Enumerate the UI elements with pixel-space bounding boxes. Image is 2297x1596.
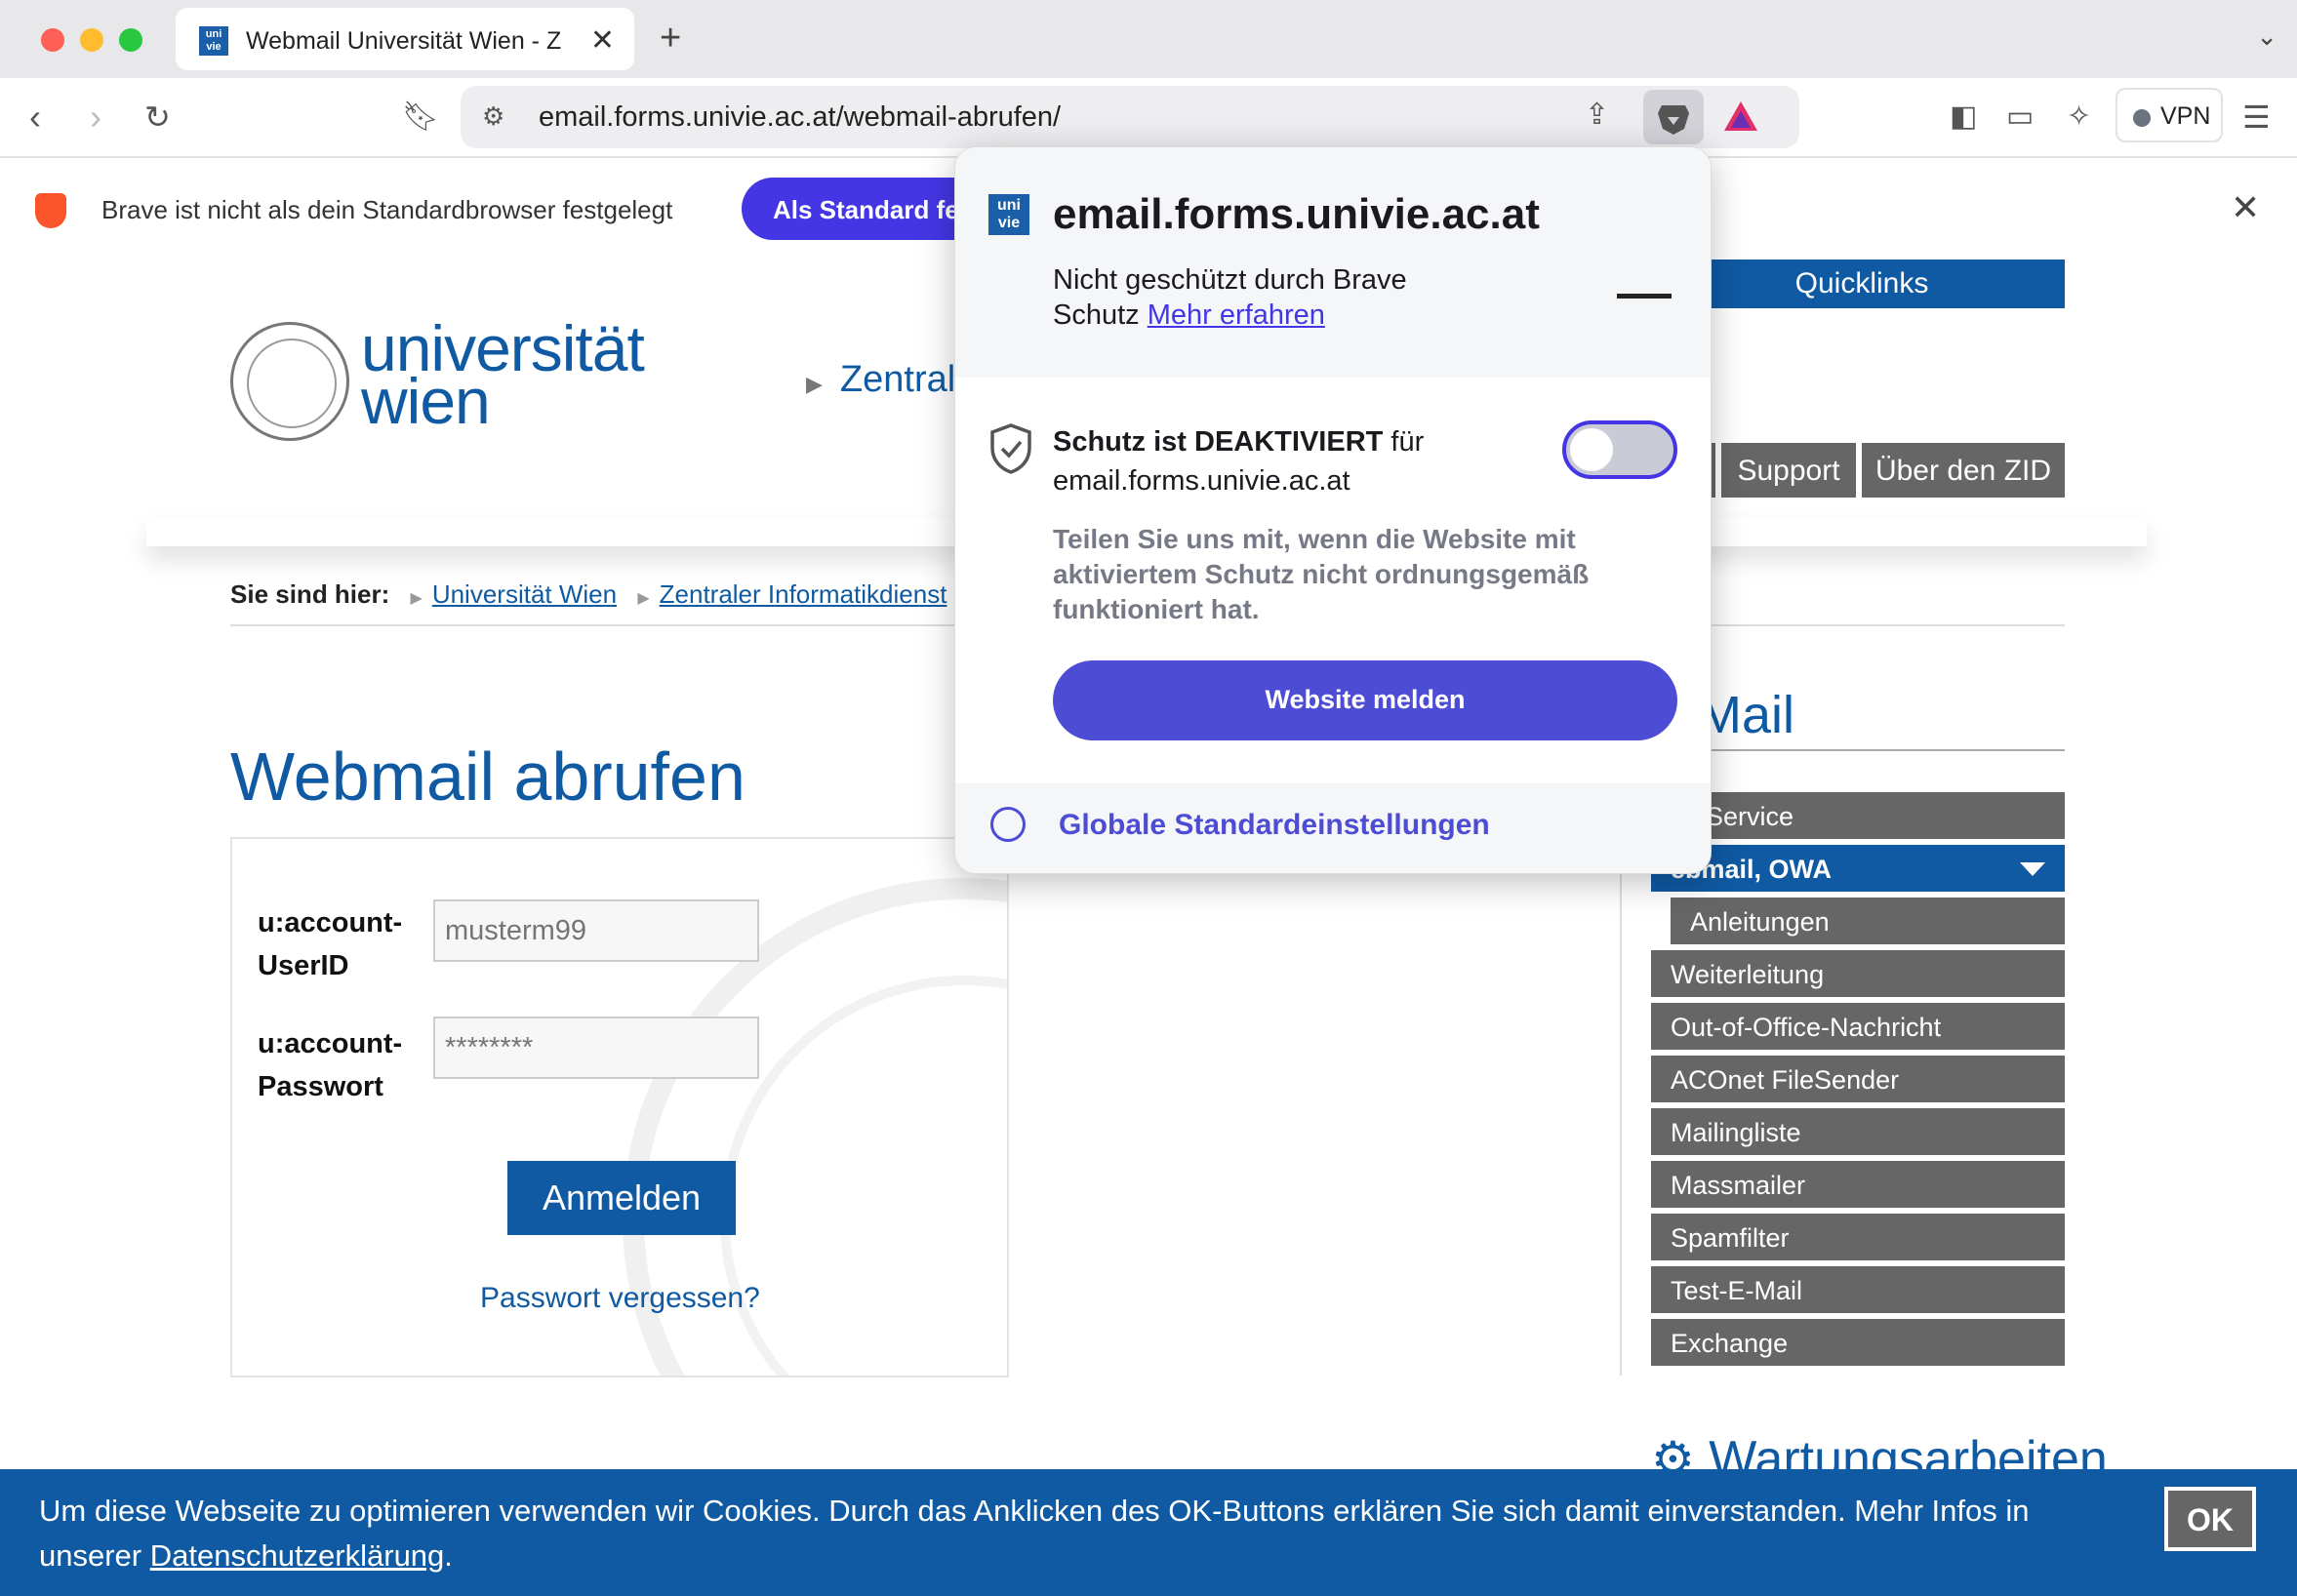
- nav-item-support[interactable]: Support: [1721, 443, 1856, 498]
- sidebar-item-mailingliste[interactable]: Mailingliste: [1651, 1108, 2065, 1157]
- cookie-text: Um diese Webseite zu optimieren verwende…: [39, 1494, 2030, 1573]
- toggle-knob: [1570, 428, 1613, 471]
- shields-info-text: Teilen Sie uns mit, wenn die Website mit…: [1053, 524, 1590, 624]
- login-button[interactable]: Anmelden: [507, 1161, 736, 1235]
- userid-input[interactable]: [433, 899, 759, 962]
- forgot-password-link[interactable]: Passwort vergessen?: [480, 1282, 760, 1315]
- univie-favicon-icon: uni vie: [199, 26, 228, 56]
- sidebar-item-out-of-office[interactable]: Out-of-Office-Nachricht: [1651, 1003, 2065, 1052]
- close-tab-icon[interactable]: ✕: [590, 23, 615, 58]
- vpn-status-icon: [2133, 109, 2151, 127]
- leo-ai-sparkle-icon[interactable]: ✧: [2067, 98, 2091, 137]
- close-infobar-icon[interactable]: ✕: [2231, 187, 2260, 228]
- brave-rewards-triangle-icon[interactable]: [1721, 98, 1760, 141]
- breadcrumb-link-zid[interactable]: Zentraler Informatikdienst: [660, 579, 947, 609]
- university-seal-logo[interactable]: [230, 322, 349, 441]
- maximize-window-button[interactable]: [119, 28, 142, 52]
- zentral-label: Zentral: [839, 359, 956, 400]
- vpn-button[interactable]: VPN: [2116, 88, 2223, 142]
- sidebar-title: Mail: [1698, 686, 1795, 744]
- breadcrumb: Sie sind hier: ▶ Universität Wien ▶ Zentra…: [230, 579, 947, 610]
- global-defaults-link[interactable]: Globale Standardeinstellungen: [1059, 809, 1490, 842]
- login-form: u:account-UserID u:account-Passwort Anme…: [230, 837, 1009, 1377]
- page-title: Webmail abrufen: [230, 738, 746, 815]
- sidebar-item-filesender[interactable]: ACOnet FileSender: [1651, 1056, 2065, 1104]
- tab-list-chevron-icon[interactable]: ⌄: [2256, 21, 2277, 52]
- brave-lion-icon: [1658, 105, 1689, 135]
- column-divider: [1620, 839, 1622, 1376]
- cookie-ok-button[interactable]: OK: [2164, 1487, 2256, 1551]
- sidebar-item-test-email[interactable]: Test-E-Mail: [1651, 1266, 2065, 1315]
- minimize-window-button[interactable]: [80, 28, 103, 52]
- forward-icon[interactable]: ›: [90, 98, 101, 137]
- password-input[interactable]: [433, 1017, 759, 1079]
- tab-bar: uni vie Webmail Universität Wien - Z ✕ +…: [0, 0, 2297, 78]
- sidebar-item-mail-service[interactable]: ail-Service: [1651, 792, 2065, 841]
- sidebar-title-divider: [1651, 749, 2065, 751]
- caret-down-icon: [2020, 862, 2045, 876]
- infobar-message: Brave ist nicht als dein Standardbrowser…: [101, 195, 673, 224]
- vpn-label: VPN: [2160, 102, 2211, 130]
- brave-shields-button[interactable]: [1643, 90, 1704, 144]
- brave-logo-icon: [35, 193, 66, 228]
- protection-status-bold: Schutz ist DEAKTIVIERT: [1053, 426, 1384, 458]
- breadcrumb-arrow-icon: ▶: [410, 590, 423, 607]
- triangle-right-icon: ▶: [806, 372, 823, 396]
- sidebar-item-massmailer[interactable]: Massmailer: [1651, 1161, 2065, 1210]
- shields-header: uni vie email.forms.univie.ac.at Nicht g…: [955, 147, 1711, 378]
- browser-tab[interactable]: uni vie Webmail Universität Wien - Z ✕: [176, 8, 634, 70]
- sidebar-toggle-icon[interactable]: ◧: [1950, 98, 1977, 137]
- site-favicon-icon: uni vie: [988, 194, 1029, 235]
- breadcrumb-arrow-icon: ▶: [637, 590, 650, 607]
- shields-status: Nicht geschützt durch Brave Schutz Mehr …: [1053, 262, 1463, 333]
- url-text[interactable]: email.forms.univie.ac.at/webmail-abrufen…: [539, 101, 1061, 134]
- password-label: u:account-Passwort: [258, 1028, 403, 1102]
- site-settings-icon[interactable]: ⚙︎: [482, 101, 504, 132]
- shields-status-dash-icon: [1617, 294, 1672, 299]
- brave-shields-panel: uni vie email.forms.univie.ac.at Nicht g…: [954, 146, 1712, 874]
- userid-label: u:account-UserID: [258, 907, 403, 981]
- zentral-nav-link[interactable]: ▶ Zentral: [806, 359, 955, 401]
- breadcrumb-label: Sie sind hier:: [230, 579, 390, 609]
- shields-footer[interactable]: Globale Standardeinstellungen: [955, 783, 1711, 873]
- globe-settings-icon: [990, 807, 1026, 842]
- shield-check-icon: [990, 423, 1031, 474]
- tab-title: Webmail Universität Wien - Z: [246, 27, 562, 55]
- menu-hamburger-icon[interactable]: ☰: [2242, 98, 2271, 137]
- sidebar-item-anleitungen[interactable]: Anleitungen: [1671, 898, 2065, 946]
- back-icon[interactable]: ‹: [29, 98, 41, 137]
- share-icon[interactable]: ⇪: [1585, 98, 1609, 132]
- address-bar[interactable]: ⚙︎ email.forms.univie.ac.at/webmail-abru…: [461, 86, 1799, 148]
- quicklinks-button[interactable]: Quicklinks: [1659, 259, 2065, 308]
- reload-icon[interactable]: ↻: [144, 98, 171, 137]
- wallet-icon[interactable]: ▭: [2006, 98, 2034, 137]
- breadcrumb-link-uni-wien[interactable]: Universität Wien: [432, 579, 617, 609]
- sidebar-item-exchange[interactable]: Exchange: [1651, 1319, 2065, 1368]
- sidebar-item-weiterleitung[interactable]: Weiterleitung: [1651, 950, 2065, 999]
- report-site-button[interactable]: Website melden: [1053, 660, 1677, 740]
- learn-more-link[interactable]: Mehr erfahren: [1148, 299, 1325, 331]
- bookmark-icon[interactable]: 🔖︎: [402, 98, 439, 137]
- sidebar-item-spamfilter[interactable]: Spamfilter: [1651, 1214, 2065, 1262]
- new-tab-plus-icon[interactable]: +: [660, 18, 681, 60]
- close-window-button[interactable]: [41, 28, 64, 52]
- privacy-policy-link[interactable]: Datenschutzerklärung: [150, 1538, 445, 1573]
- university-wordmark[interactable]: universität wien: [361, 316, 645, 433]
- protection-status: Schutz ist DEAKTIVIERT für email.forms.u…: [1053, 422, 1541, 500]
- sidebar-item-webmail-owa[interactable]: ebmail, OWA: [1651, 845, 2065, 894]
- shields-domain: email.forms.univie.ac.at: [1053, 190, 1540, 238]
- cookie-banner: Um diese Webseite zu optimieren verwende…: [0, 1469, 2297, 1596]
- nav-item-ueber-den-zid[interactable]: Über den ZID: [1862, 443, 2065, 498]
- shields-toggle[interactable]: [1562, 420, 1677, 479]
